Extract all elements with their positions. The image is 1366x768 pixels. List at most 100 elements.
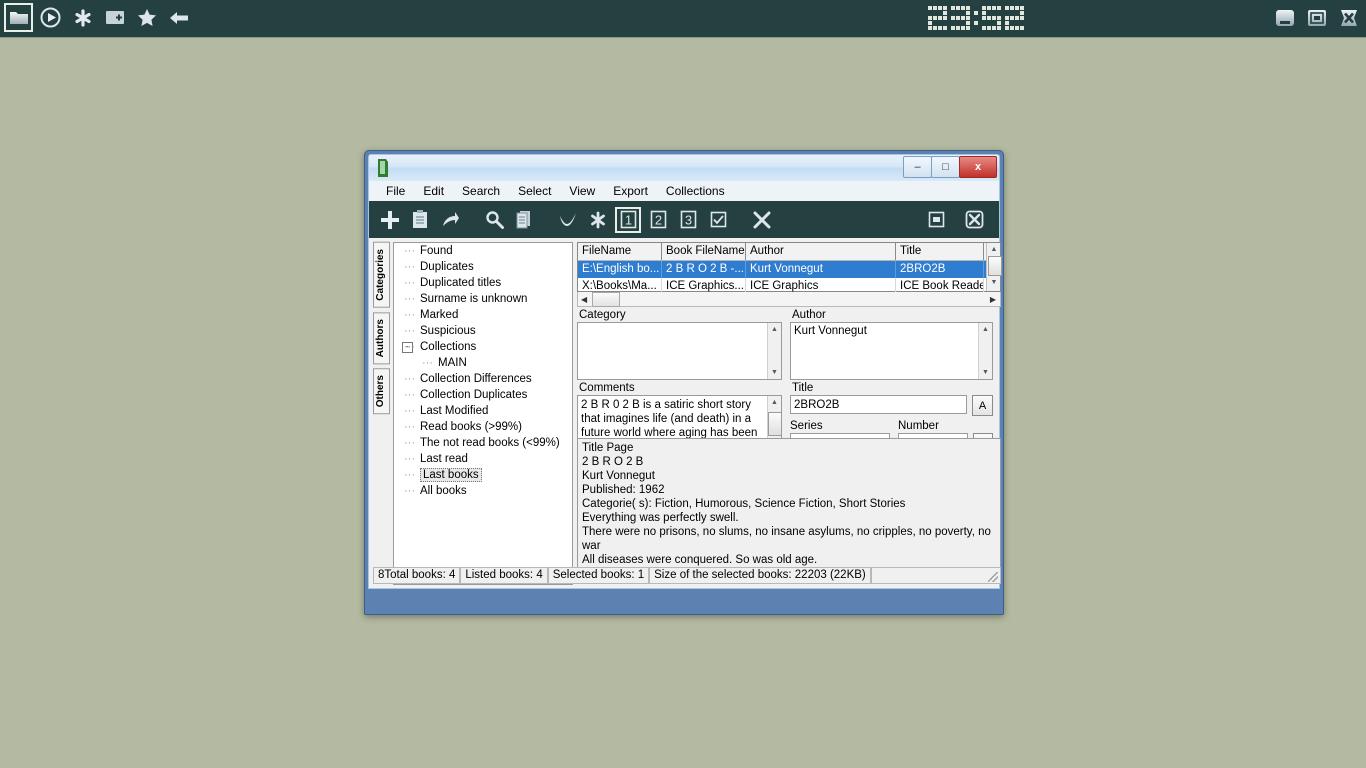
- tree-item-last-read[interactable]: ··· Last read: [394, 451, 572, 467]
- sidebar-tab-categories[interactable]: Categories: [373, 242, 390, 308]
- scroll-down-icon[interactable]: ▼: [987, 276, 1001, 289]
- scroll-up-icon[interactable]: ▲: [768, 396, 782, 409]
- tree-item-collections[interactable]: - ··· Collections: [394, 339, 572, 355]
- star-icon[interactable]: [132, 3, 161, 32]
- tree-item-main[interactable]: ··· MAIN: [394, 355, 572, 371]
- search-button[interactable]: [481, 207, 507, 233]
- copy-pages-button[interactable]: [511, 207, 537, 233]
- grid-col-book-filename[interactable]: Book FileName: [662, 243, 746, 260]
- tree-connector-icon: ···: [404, 453, 415, 465]
- category-tree[interactable]: ··· Found ··· Duplicates ··· Duplicated title…: [393, 242, 573, 585]
- grid-col-author[interactable]: Author: [746, 243, 896, 260]
- scroll-thumb[interactable]: [767, 412, 781, 436]
- title-page-preview[interactable]: Title Page 2 B R O 2 B Kurt Vonnegut Publis…: [577, 438, 1001, 570]
- folder-icon[interactable]: [4, 3, 33, 32]
- settings-button[interactable]: [585, 207, 611, 233]
- tree-connector-icon: ···: [404, 405, 415, 417]
- tree-item-last-modified[interactable]: ··· Last Modified: [394, 403, 572, 419]
- tree-item-label: Read books (>99%): [420, 421, 522, 433]
- scroll-up-icon[interactable]: ▲: [768, 323, 782, 336]
- category-scrollbar[interactable]: ▲ ▼: [767, 323, 781, 379]
- scroll-thumb[interactable]: [592, 291, 620, 307]
- tree-item-all-books[interactable]: ··· All books: [394, 483, 572, 499]
- window-minimize-button[interactable]: –: [903, 156, 932, 178]
- menu-item-export[interactable]: Export: [604, 182, 657, 200]
- author-label: Author: [792, 309, 826, 321]
- resize-grip[interactable]: [870, 567, 1001, 584]
- scroll-thumb[interactable]: [988, 256, 1002, 276]
- tree-item-marked[interactable]: ··· Marked: [394, 307, 572, 323]
- undo-button[interactable]: [555, 207, 581, 233]
- table-row[interactable]: E:\English bo... 2 B R O 2 B -... Kurt V…: [578, 261, 1000, 278]
- number-label: Number: [898, 420, 939, 432]
- tree-item-duplicates[interactable]: ··· Duplicates: [394, 259, 572, 275]
- category-label: Category: [579, 309, 626, 321]
- view-2-button[interactable]: 2: [645, 207, 671, 233]
- title-label: Title: [792, 382, 814, 394]
- minimize-button[interactable]: [1271, 4, 1298, 31]
- scroll-up-icon[interactable]: ▲: [979, 323, 993, 336]
- tree-item-the-not-read-books-99[interactable]: ··· The not read books (<99%): [394, 435, 572, 451]
- close-button[interactable]: [1335, 4, 1362, 31]
- grid-col-filename[interactable]: FileName: [578, 243, 662, 260]
- title-field[interactable]: 2BRO2B: [790, 395, 968, 414]
- app-book-icon: [376, 159, 388, 182]
- export-button[interactable]: [437, 207, 463, 233]
- cell-title: 2BRO2B: [896, 261, 984, 278]
- window-title-bar[interactable]: – □ x: [368, 154, 1000, 181]
- menu-item-edit[interactable]: Edit: [414, 182, 453, 200]
- menu-item-search[interactable]: Search: [453, 182, 509, 200]
- checkbox-button[interactable]: [705, 207, 731, 233]
- books-grid[interactable]: FileName Book FileName Author Title E:\E…: [577, 242, 1002, 295]
- tree-item-found[interactable]: ··· Found: [394, 243, 572, 259]
- tree-connector-icon: ···: [422, 357, 433, 369]
- sidebar-tab-others[interactable]: Others: [373, 368, 390, 415]
- author-field[interactable]: Kurt Vonnegut ▲ ▼: [790, 322, 993, 380]
- tree-item-suspicious[interactable]: ··· Suspicious: [394, 323, 572, 339]
- category-field[interactable]: ▲ ▼: [577, 322, 782, 380]
- scroll-up-icon[interactable]: ▲: [987, 243, 1001, 256]
- scroll-down-icon[interactable]: ▼: [979, 366, 993, 379]
- asterisk-icon[interactable]: [68, 3, 97, 32]
- clipboard-button[interactable]: [407, 207, 433, 233]
- tree-item-read-books-99[interactable]: ··· Read books (>99%): [394, 419, 572, 435]
- author-scrollbar[interactable]: ▲ ▼: [978, 323, 992, 379]
- tree-connector-icon: ···: [404, 469, 415, 481]
- author-lookup-button[interactable]: A: [972, 395, 993, 416]
- scroll-left-icon[interactable]: ◀: [581, 295, 587, 304]
- grid-col-title[interactable]: Title: [896, 243, 984, 260]
- window-maximize-button[interactable]: □: [931, 156, 960, 178]
- status-selected-size: Size of the selected books: 22203 (22KB): [649, 567, 871, 584]
- restore-window-button[interactable]: [923, 206, 949, 232]
- tree-item-last-books[interactable]: ··· Last books: [394, 467, 572, 483]
- tree-item-collection-duplicates[interactable]: ··· Collection Duplicates: [394, 387, 572, 403]
- title-page-line: There were no prisons, no slums, no insa…: [582, 526, 991, 552]
- view-3-button[interactable]: 3: [675, 207, 701, 233]
- window-close-button[interactable]: x: [959, 156, 997, 178]
- delete-button[interactable]: [749, 207, 775, 233]
- add-window-icon[interactable]: [100, 3, 129, 32]
- tree-item-collection-differences[interactable]: ··· Collection Differences: [394, 371, 572, 387]
- play-icon[interactable]: [36, 3, 65, 32]
- menu-item-select[interactable]: Select: [509, 182, 560, 200]
- back-arrow-icon[interactable]: [164, 3, 193, 32]
- tree-connector-icon: ···: [404, 245, 415, 257]
- tree-item-label: Collections: [420, 341, 477, 353]
- scroll-right-icon[interactable]: ▶: [990, 295, 996, 304]
- tree-item-surname-is-unknown[interactable]: ··· Surname is unknown: [394, 291, 572, 307]
- sidebar-tab-authors[interactable]: Authors: [373, 311, 390, 365]
- tree-item-label: Surname is unknown: [420, 293, 528, 305]
- close-window-button[interactable]: [961, 206, 987, 232]
- grid-vertical-scrollbar[interactable]: ▲ ▼: [986, 243, 1002, 291]
- tree-connector-icon: ···: [404, 309, 415, 321]
- menu-item-view[interactable]: View: [560, 182, 604, 200]
- grid-horizontal-scrollbar[interactable]: ◀ ▶: [577, 291, 1001, 307]
- add-button[interactable]: [377, 207, 403, 233]
- view-1-button[interactable]: 1: [615, 206, 641, 233]
- tree-item-label: Collection Differences: [420, 373, 532, 385]
- menu-item-file[interactable]: File: [377, 182, 414, 200]
- menu-item-collections[interactable]: Collections: [657, 182, 734, 200]
- maximize-button[interactable]: [1303, 4, 1330, 31]
- scroll-down-icon[interactable]: ▼: [768, 366, 782, 379]
- tree-item-duplicated-titles[interactable]: ··· Duplicated titles: [394, 275, 572, 291]
